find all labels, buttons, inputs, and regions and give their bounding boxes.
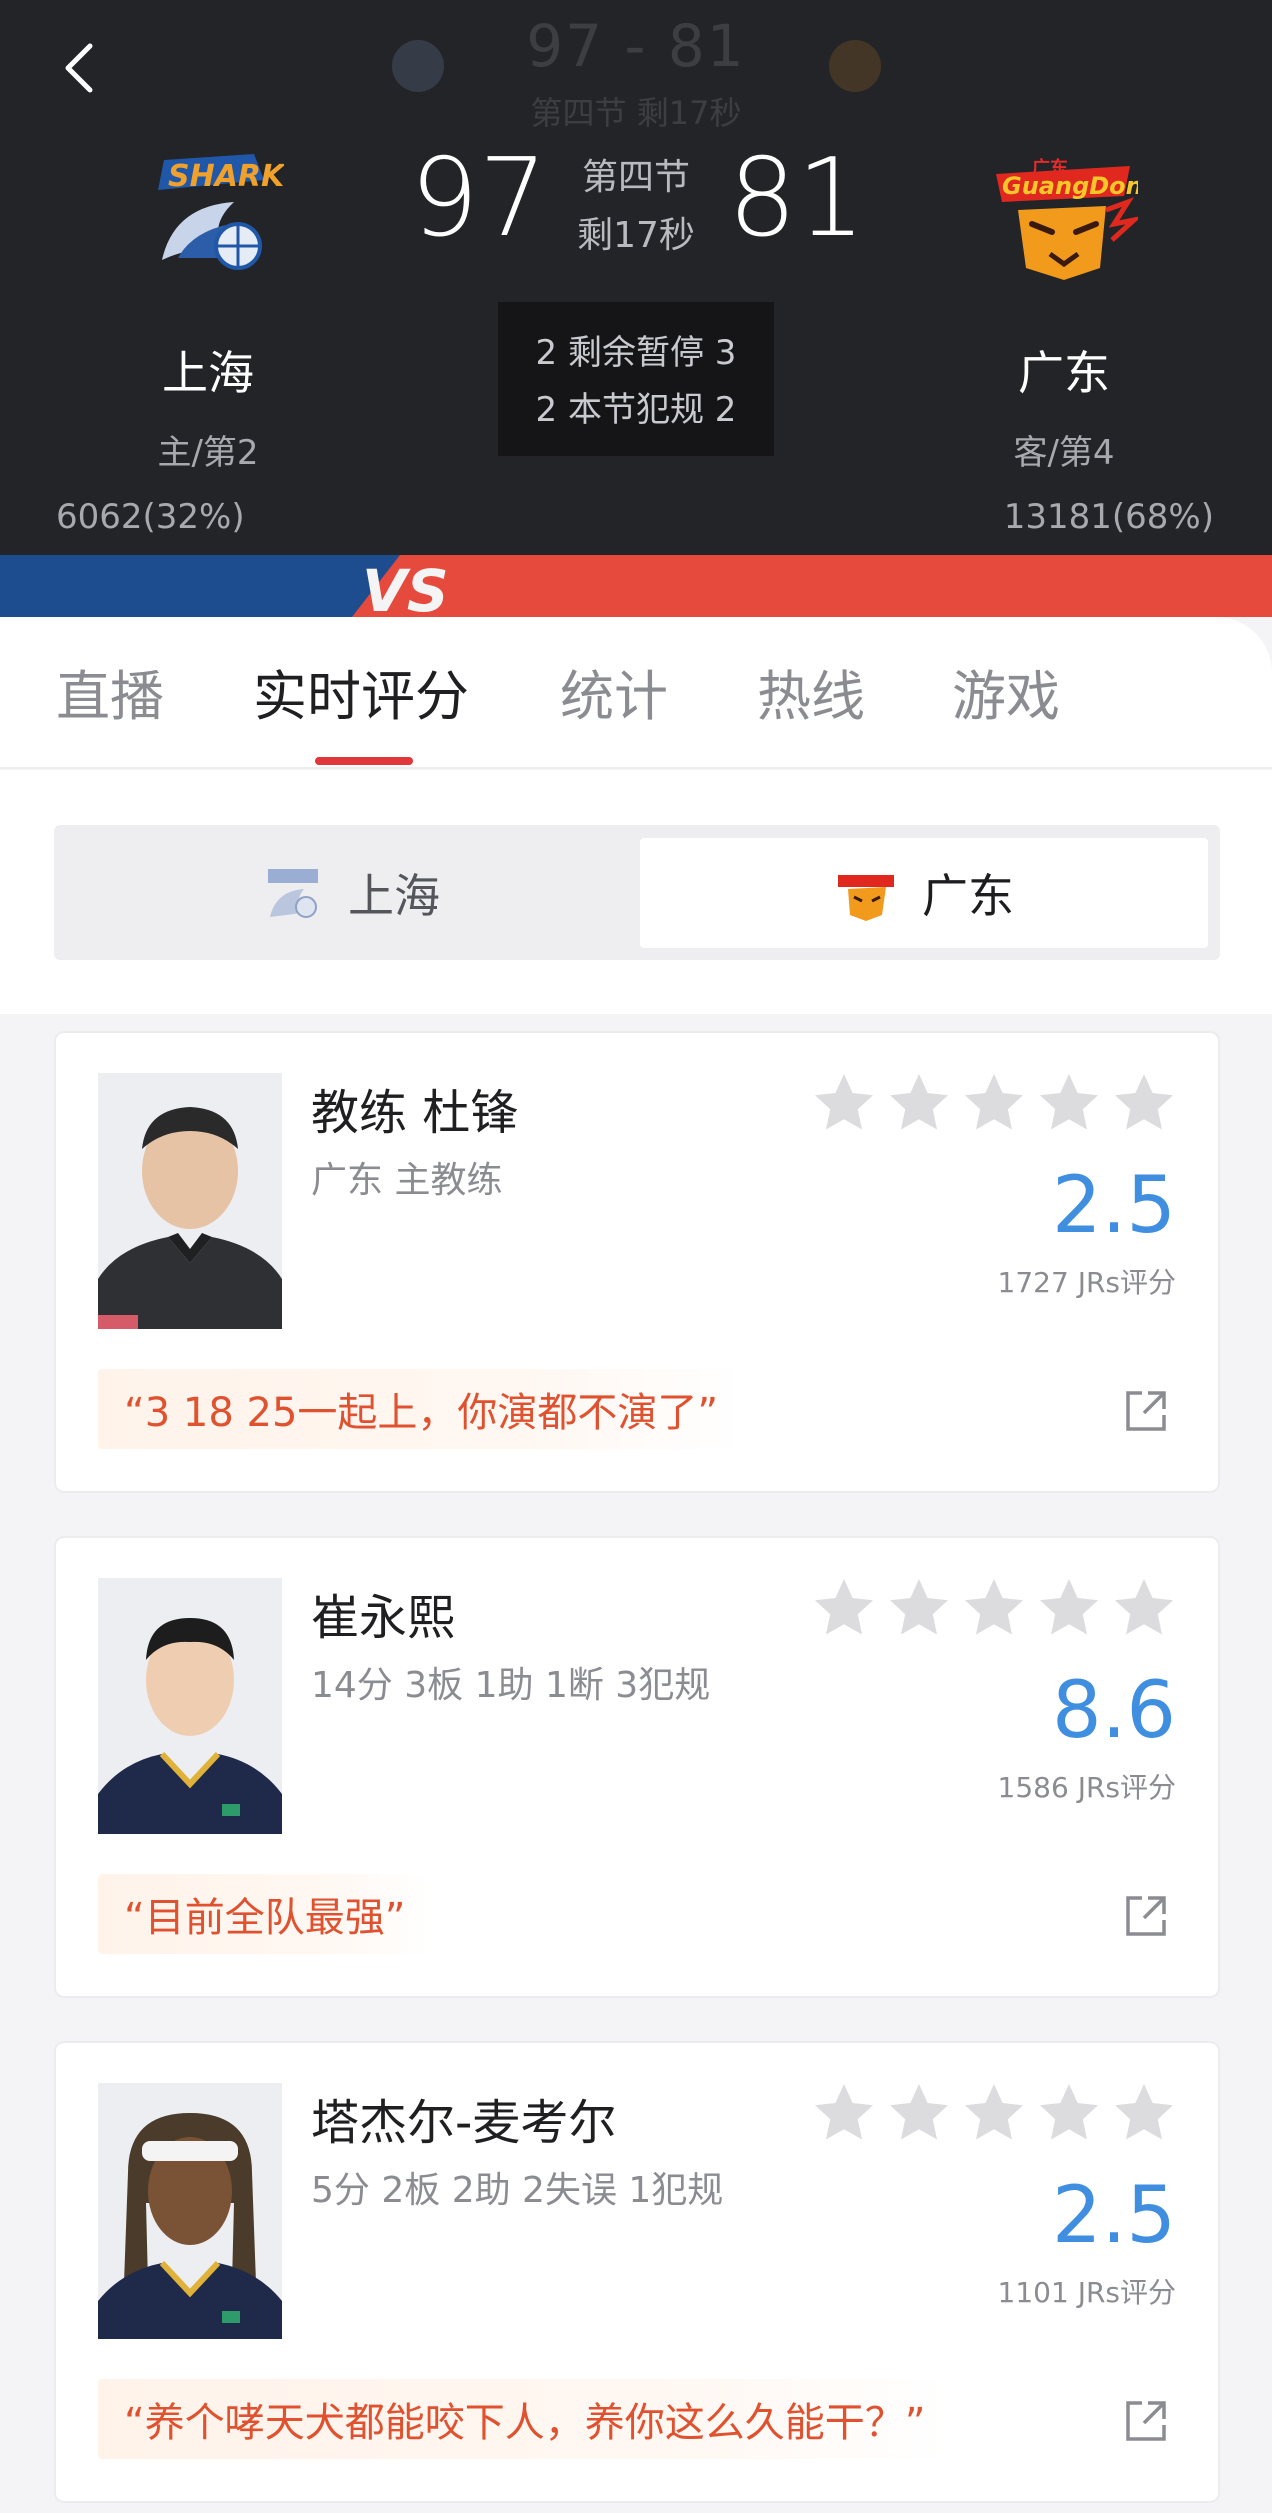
guangdong-tigers-logo[interactable]: 广东 GuangDong: [988, 140, 1138, 290]
player-name: 塔杰尔-麦考尔: [311, 2095, 617, 2151]
star-icon[interactable]: [1037, 2081, 1101, 2145]
star-icon[interactable]: [887, 1071, 951, 1135]
away-team-meta: 客/第4: [1013, 433, 1115, 473]
shanghai-sharks-logo[interactable]: SHARKS: [134, 140, 284, 290]
player-photo: [98, 1578, 282, 1834]
home-support-bar: [0, 555, 400, 617]
star-rating-input[interactable]: [801, 1071, 1176, 1135]
home-team-meta: 主/第2: [157, 433, 259, 473]
top-comment[interactable]: “养个哮天犬都能咬下人，养你这么久能干？”: [98, 2379, 952, 2459]
share-icon[interactable]: [1122, 1890, 1172, 1940]
period-label: 第四节: [581, 157, 690, 198]
rating-count: 1727 JRs评分: [997, 1266, 1176, 1299]
player-photo: [98, 2083, 282, 2339]
star-icon[interactable]: [1037, 1576, 1101, 1640]
svg-text:SHARKS: SHARKS: [168, 159, 284, 194]
player-rating-card[interactable]: 崔永熙 14分 3板 1助 1断 3犯规 8.6 1586 JRs评分 “目前全…: [54, 1536, 1220, 1998]
toggle-guangdong[interactable]: 广东: [640, 838, 1208, 948]
player-rating-card[interactable]: 塔杰尔-麦考尔 5分 2板 2助 2失误 1犯规 2.5 1101 JRs评分 …: [54, 2041, 1220, 2503]
active-tab-indicator: [315, 757, 413, 765]
player-stats: 广东 主教练: [311, 1160, 503, 1201]
star-icon[interactable]: [1112, 1071, 1176, 1135]
team-toggle: 上海 广东: [54, 825, 1220, 960]
quarter-fouls: 2 本节犯规 2: [535, 390, 737, 430]
guangdong-tigers-logo: [838, 875, 894, 921]
star-icon[interactable]: [812, 2081, 876, 2145]
shanghai-sharks-logo: [268, 869, 318, 918]
time-remaining: 剩17秒: [577, 215, 695, 256]
collapsed-period: 第四节 剩17秒: [530, 94, 742, 132]
game-header: 97 - 81 第四节 剩17秒 SHARKS 上海 主/第2 6062(32%…: [0, 0, 1272, 555]
star-icon[interactable]: [1037, 1071, 1101, 1135]
share-icon[interactable]: [1122, 2395, 1172, 2445]
toggle-shanghai-label: 上海: [348, 869, 440, 923]
tab-live-ratings[interactable]: 实时评分: [253, 652, 469, 731]
tab-games[interactable]: 游戏: [952, 652, 1060, 731]
star-icon[interactable]: [812, 1576, 876, 1640]
tiger-logo-faint: [829, 40, 881, 92]
toggle-shanghai[interactable]: 上海: [66, 838, 634, 948]
player-name: 教练 杜锋: [311, 1085, 519, 1141]
player-stats: 5分 2板 2助 2失误 1犯规: [311, 2170, 724, 2211]
average-rating: 8.6: [1051, 1666, 1176, 1756]
away-support-pct: 13181(68%): [1003, 497, 1214, 537]
home-team-name: 上海: [162, 346, 254, 400]
tab-bar: 直播 实时评分 统计 热线 游戏: [0, 617, 1272, 769]
vs-label: VS: [362, 557, 449, 617]
share-icon[interactable]: [1122, 1385, 1172, 1435]
star-rating-input[interactable]: [801, 1576, 1176, 1640]
tab-live[interactable]: 直播: [56, 652, 164, 731]
player-stats: 14分 3板 1助 1断 3犯规: [311, 1665, 711, 1706]
star-icon[interactable]: [887, 1576, 951, 1640]
team-selector-section: 上海 广东: [0, 770, 1272, 1014]
support-bar: VS: [0, 555, 1272, 617]
star-icon[interactable]: [962, 1576, 1026, 1640]
toggle-guangdong-label: 广东: [922, 869, 1014, 923]
top-comment[interactable]: “3 18 25一起上，你演都不演了”: [98, 1369, 745, 1449]
coach-photo: [98, 1073, 282, 1329]
away-team-name: 广东: [1018, 346, 1110, 400]
star-icon[interactable]: [1112, 1576, 1176, 1640]
star-icon[interactable]: [812, 1071, 876, 1135]
collapsed-score: 97 - 81: [526, 12, 746, 80]
star-icon[interactable]: [962, 2081, 1026, 2145]
star-icon[interactable]: [962, 1071, 1026, 1135]
average-rating: 2.5: [1051, 1161, 1176, 1251]
timeouts-remaining: 2 剩余暂停 3: [535, 333, 737, 373]
star-rating-input[interactable]: [801, 2081, 1176, 2145]
star-icon[interactable]: [1112, 2081, 1176, 2145]
player-rating-card[interactable]: 教练 杜锋 广东 主教练 2.5 1727 JRs评分 “3 18 25一起上，…: [54, 1031, 1220, 1493]
player-name: 崔永熙: [311, 1590, 456, 1646]
rating-count: 1586 JRs评分: [997, 1771, 1176, 1804]
tab-stats[interactable]: 统计: [560, 652, 668, 731]
home-score: 97: [410, 136, 548, 261]
svg-text:GuangDong: GuangDong: [1002, 172, 1138, 200]
average-rating: 2.5: [1051, 2171, 1176, 2261]
tab-hotline[interactable]: 热线: [757, 652, 865, 731]
star-icon[interactable]: [887, 2081, 951, 2145]
sharks-logo-faint: [392, 40, 444, 92]
top-comment[interactable]: “目前全队最强”: [98, 1874, 432, 1954]
away-score: 81: [728, 136, 866, 261]
home-support-pct: 6062(32%): [56, 497, 245, 537]
rating-count: 1101 JRs评分: [997, 2276, 1176, 2309]
game-status-box: 2 剩余暂停 3 2 本节犯规 2: [498, 302, 774, 456]
